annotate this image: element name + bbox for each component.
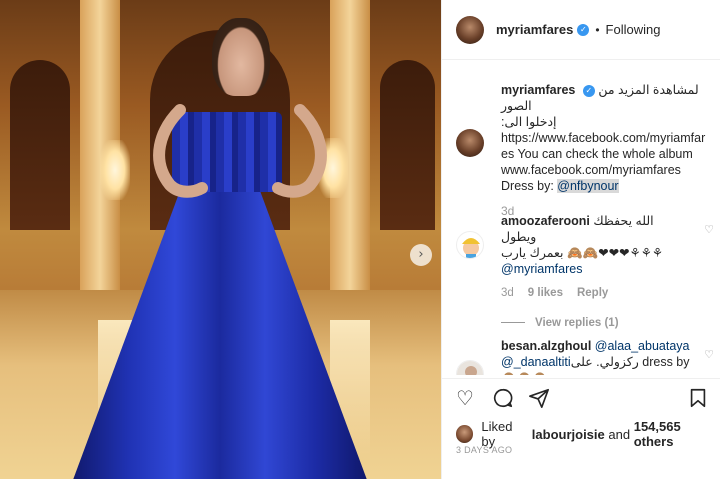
share-icon[interactable]: [528, 387, 550, 409]
mention-link[interactable]: @_danaaltiti: [501, 355, 571, 369]
comment-icon[interactable]: [492, 387, 514, 409]
view-replies-label: View replies (1): [535, 317, 619, 329]
post-photo[interactable]: ›: [0, 0, 441, 479]
liked-by-and: and: [608, 426, 631, 442]
header-username[interactable]: myriamfares: [496, 22, 573, 37]
verified-badge-icon: ✓: [577, 23, 590, 36]
comment-text-3: 🙈🙈🙈: [501, 370, 691, 375]
comment-text: ركزولي. على dress by: [570, 355, 690, 369]
liked-by-count[interactable]: 154,565 others: [634, 419, 720, 449]
cartoon-avatar-icon: [462, 238, 480, 258]
post-time-ago[interactable]: 3 DAYS AGO: [456, 445, 512, 455]
post-actions: ♡ Liked by labourjoisie and 154,565 othe…: [442, 378, 720, 478]
comments-list[interactable]: myriamfares ✓ لمشاهدة المزيد من الصور إد…: [442, 70, 720, 375]
figure-head: [212, 18, 270, 96]
background-lamp: [100, 140, 130, 200]
following-button[interactable]: Following: [606, 22, 661, 37]
caption-username[interactable]: myriamfares: [501, 83, 575, 97]
comment-username[interactable]: amoozaferooni: [501, 214, 590, 228]
replies-rule: [501, 322, 525, 324]
avatar[interactable]: [456, 425, 474, 443]
chevron-right-icon: ›: [418, 247, 424, 262]
caption-line-5: www.facebook.com/myriamfares: [501, 163, 681, 177]
caption-line-3: https://www.facebook.com/myriamfar: [501, 131, 706, 145]
comment-text-2: بعمرك يارب 🙈🙈❤❤❤⚘⚘⚘: [501, 246, 664, 260]
avatar[interactable]: [456, 360, 484, 375]
comment-like-icon[interactable]: ♡: [704, 348, 714, 361]
post-header: myriamfares ✓ • Following: [442, 0, 720, 60]
background-arch: [10, 60, 70, 230]
header-separator: •: [595, 22, 600, 37]
view-replies-button[interactable]: View replies (1): [501, 315, 691, 331]
caption-dress-prefix: Dress by:: [501, 179, 558, 193]
mention-link[interactable]: @alaa_abuataya: [595, 339, 690, 353]
post-side-panel: myriamfares ✓ • Following myriamfares ✓ …: [441, 0, 720, 479]
reply-button[interactable]: Reply: [577, 285, 608, 301]
comment-like-icon[interactable]: ♡: [704, 223, 714, 236]
comment-age[interactable]: 3d: [501, 285, 514, 301]
carousel-next-button[interactable]: ›: [410, 244, 432, 266]
comment-likes[interactable]: 9 likes: [528, 285, 563, 301]
avatar[interactable]: [456, 15, 484, 44]
mention-link[interactable]: @nfbynour: [557, 179, 619, 193]
verified-badge-icon: ✓: [582, 84, 595, 97]
avatar[interactable]: [456, 129, 484, 157]
figure-arms: [153, 104, 327, 198]
caption-line-2: إدخلوا الى:: [501, 115, 557, 129]
avatar[interactable]: [456, 231, 484, 259]
mention-link[interactable]: @myriamfares: [501, 261, 691, 277]
liked-by-user[interactable]: labourjoisie: [532, 427, 605, 442]
caption-line-4: es You can check the whole album: [501, 147, 693, 161]
background-arch: [380, 60, 435, 230]
heart-icon[interactable]: ♡: [456, 387, 478, 409]
bookmark-icon[interactable]: [687, 387, 709, 409]
profile-photo-icon: [457, 361, 483, 375]
comment-username[interactable]: besan.alzghoul: [501, 339, 591, 353]
